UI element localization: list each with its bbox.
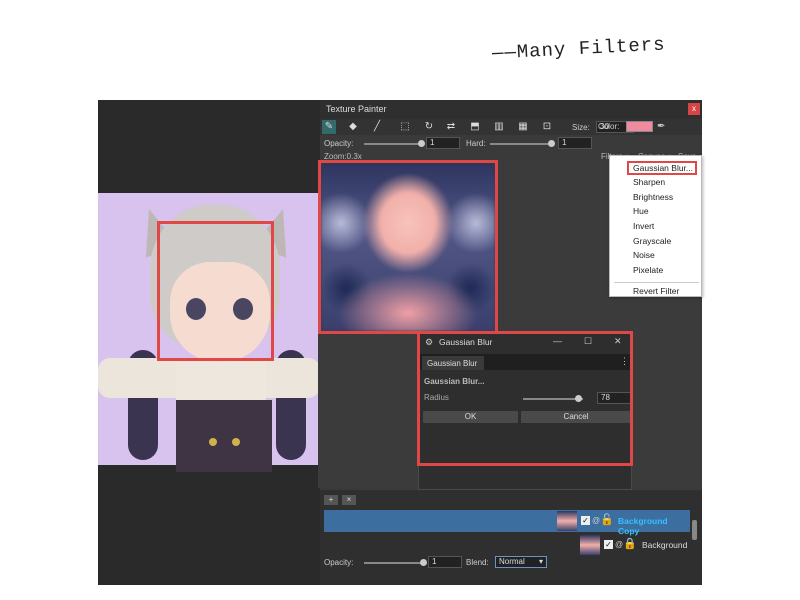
layer-link-icon: @ [592, 516, 601, 525]
brush-color-swatch[interactable] [626, 121, 653, 132]
page-caption: ——Many Filters [491, 33, 667, 65]
line-tool-icon[interactable]: ╱ [370, 120, 384, 134]
brush-settings-row: Opacity: 1 Hard: 1 [320, 136, 702, 150]
menu-item-pixelate[interactable]: Pixelate [610, 263, 703, 277]
move-tool-icon[interactable]: ⇄ [444, 120, 458, 134]
texture-highlight-box [318, 160, 498, 334]
rect-select-tool-icon[interactable]: ⬚ [398, 120, 412, 134]
gradient-tool-icon[interactable]: ▥ [492, 120, 506, 134]
chevron-down-icon: ▾ [538, 557, 543, 566]
character-button [232, 438, 240, 446]
hardness-input[interactable]: 1 [558, 137, 592, 149]
layer-link-icon: @ [615, 540, 624, 549]
layer-name: Background [642, 540, 688, 550]
add-layer-button[interactable]: + [324, 495, 338, 505]
character-dress [176, 400, 272, 472]
hardness-slider[interactable] [490, 143, 552, 145]
eyedropper-icon[interactable]: ✒ [657, 121, 665, 132]
filters-dropdown-menu: Gaussian Blur... Sharpen Brightness Hue … [609, 155, 702, 297]
blend-mode-select[interactable]: Normal ▾ [495, 556, 547, 568]
layer-opacity-input[interactable]: 1 [428, 556, 462, 568]
character-button [209, 438, 217, 446]
layer-thumbnail [580, 535, 600, 555]
remove-layer-button[interactable]: × [342, 495, 356, 505]
color-label: Color: [598, 122, 620, 131]
hard-label: Hard: [466, 139, 486, 148]
menu-item-invert[interactable]: Invert [610, 219, 703, 233]
face-highlight-box [157, 221, 274, 361]
layer-opacity-label: Opacity: [324, 558, 354, 567]
layers-scrollbar[interactable] [692, 520, 697, 540]
crop-tool-icon[interactable]: ⬒ [468, 120, 482, 134]
model-viewport[interactable] [98, 100, 320, 585]
opacity-slider-knob[interactable] [418, 140, 425, 147]
close-panel-button[interactable]: x [688, 103, 700, 115]
layer-name: Background Copy [618, 516, 668, 536]
opacity-label: Opacity: [324, 139, 354, 148]
lasso-tool-icon[interactable]: ↻ [422, 120, 436, 134]
blend-mode-value: Normal [499, 557, 525, 566]
layers-panel: + × ✓ @ 🔓 Background Copy ✓ @ 🔒 Backgrou… [320, 490, 702, 585]
opacity-input[interactable]: 1 [426, 137, 460, 149]
menu-item-brightness[interactable]: Brightness [610, 190, 703, 204]
brush-tool-icon[interactable]: ✎ [322, 120, 336, 134]
stamp-tool-icon[interactable]: ⊡ [540, 120, 554, 134]
layer-thumbnail [557, 511, 577, 531]
menu-item-hue[interactable]: Hue [610, 204, 703, 218]
hardness-slider-knob[interactable] [548, 140, 555, 147]
lock-icon[interactable]: 🔒 [623, 537, 637, 550]
layer-visible-checkbox[interactable]: ✓ [604, 540, 613, 549]
picker-tool-icon[interactable]: ▦ [516, 120, 530, 134]
menu-item-revert-filter[interactable]: Revert Filter [610, 284, 703, 298]
layer-options-row: Opacity: 1 Blend: Normal ▾ [320, 554, 702, 570]
menu-item-grayscale[interactable]: Grayscale [610, 234, 703, 248]
panel-title: Texture Painter [320, 100, 702, 119]
layer-opacity-slider[interactable] [364, 562, 424, 564]
menu-item-noise[interactable]: Noise [610, 248, 703, 262]
menu-separator [614, 282, 699, 283]
gaussian-blur-highlight-box [627, 161, 697, 175]
menu-item-sharpen[interactable]: Sharpen [610, 175, 703, 189]
unlock-icon[interactable]: 🔓 [600, 513, 614, 526]
fill-tool-icon[interactable]: ◆ [346, 120, 360, 134]
layer-row-background[interactable]: ✓ @ 🔒 Background [324, 534, 690, 556]
layer-opacity-slider-knob[interactable] [420, 559, 427, 566]
opacity-slider[interactable] [364, 143, 424, 145]
blend-label: Blend: [466, 558, 489, 567]
layer-visible-checkbox[interactable]: ✓ [581, 516, 590, 525]
dialog-highlight-box [417, 331, 633, 466]
layer-row-background-copy[interactable]: ✓ @ 🔓 Background Copy [324, 510, 690, 536]
size-label: Size: [572, 123, 590, 132]
